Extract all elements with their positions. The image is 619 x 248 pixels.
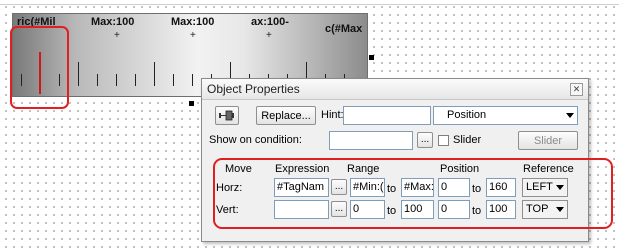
ruler-minor-tick bbox=[173, 74, 174, 86]
show-condition-input[interactable] bbox=[329, 131, 413, 150]
position-combo[interactable]: Position bbox=[433, 106, 578, 125]
ruler-label-5: c(#Max bbox=[325, 23, 363, 35]
ruler-label-4: ax:100- bbox=[251, 16, 289, 28]
close-icon[interactable]: ✕ bbox=[570, 83, 583, 96]
show-condition-label: Show on condition: bbox=[209, 134, 302, 146]
selection-handle-right[interactable] bbox=[369, 55, 374, 60]
selection-handle-left[interactable] bbox=[189, 101, 194, 106]
slider-checkbox[interactable] bbox=[438, 135, 449, 146]
ruler-label-3: Max:100 bbox=[171, 16, 215, 28]
ruler-minor-tick bbox=[135, 74, 136, 86]
replace-button[interactable]: Replace... bbox=[256, 106, 316, 125]
pin-icon bbox=[219, 110, 234, 121]
show-condition-browse-button[interactable]: ... bbox=[417, 132, 433, 148]
hint-label: Hint: bbox=[321, 109, 344, 121]
dialog-title: Object Properties bbox=[207, 82, 300, 96]
ruler-major-tick bbox=[78, 62, 79, 86]
ruler-minor-tick bbox=[97, 74, 98, 86]
highlight-movement-box bbox=[213, 158, 613, 229]
hint-input[interactable] bbox=[343, 106, 431, 125]
highlight-needle-box bbox=[10, 26, 69, 109]
pin-button[interactable] bbox=[215, 106, 239, 125]
ruler-minor-tick bbox=[116, 74, 117, 86]
top-toolbar-edge bbox=[0, 0, 619, 5]
position-combo-value: Position bbox=[447, 109, 487, 121]
ruler-plus-2: + bbox=[190, 30, 196, 41]
ruler-label-2: Max:100 bbox=[91, 16, 135, 28]
ruler-major-tick bbox=[154, 62, 155, 86]
ruler-plus-1: + bbox=[114, 30, 120, 41]
dialog-titlebar[interactable]: Object Properties ✕ bbox=[202, 79, 588, 100]
ruler-minor-tick bbox=[192, 74, 193, 86]
ruler-plus-3: + bbox=[266, 30, 272, 41]
slider-button[interactable]: Slider bbox=[518, 131, 578, 150]
dropdown-arrow-icon bbox=[566, 113, 574, 118]
slider-checkbox-label: Slider bbox=[453, 134, 482, 146]
